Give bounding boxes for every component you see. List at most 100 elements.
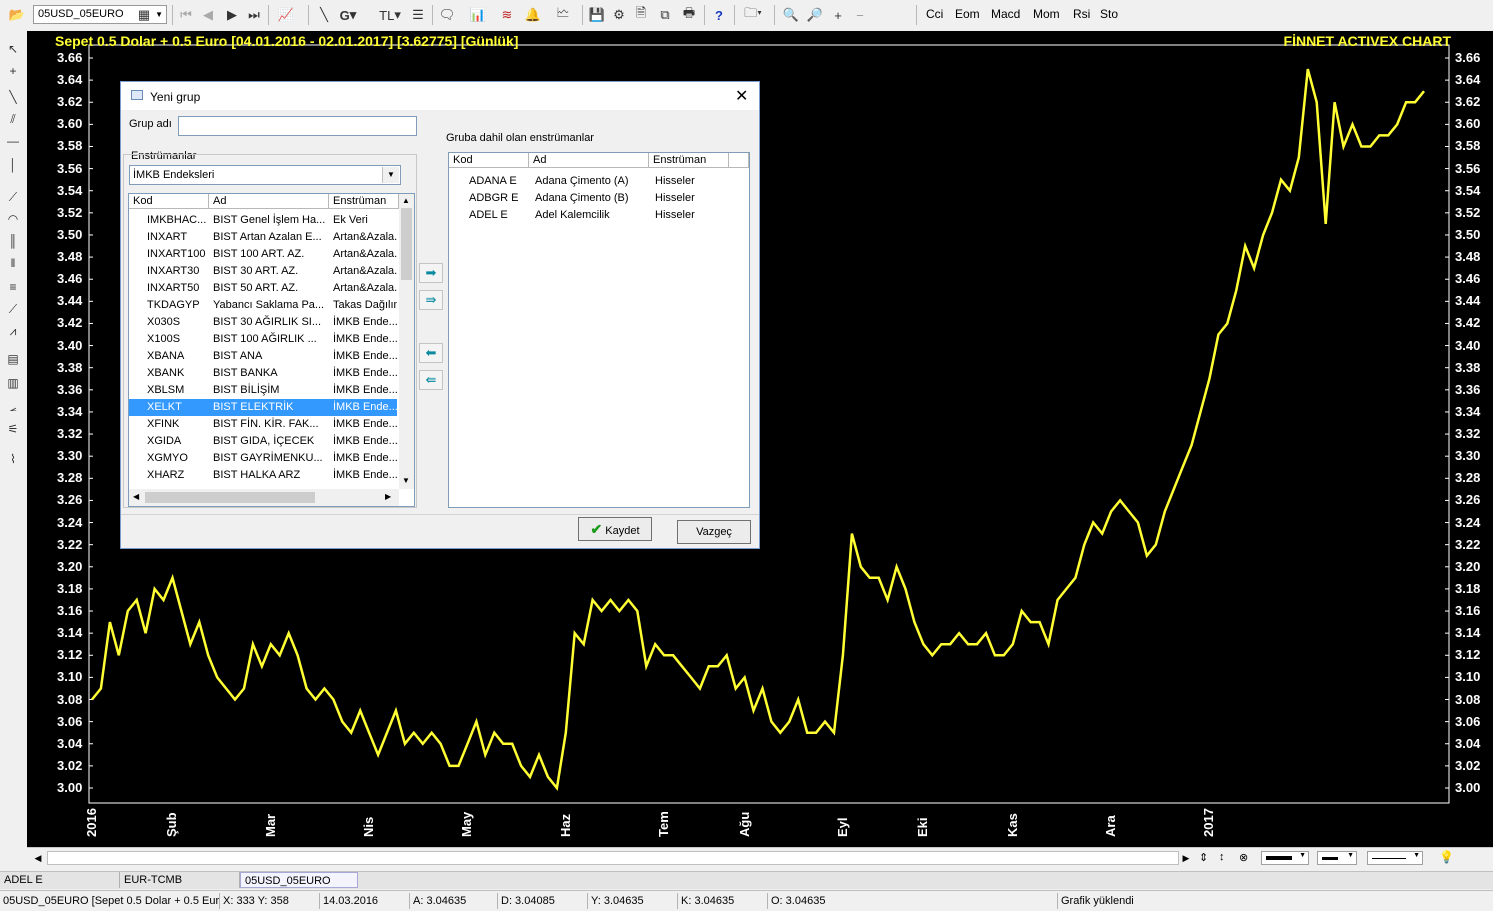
scroll-thumb[interactable] — [401, 208, 412, 280]
fan-icon[interactable]: ⟋ — [4, 189, 22, 205]
workspace-icon[interactable]: 🗀▾ — [740, 5, 766, 25]
category-select[interactable]: İMKB Endeksleri ▼ — [129, 165, 401, 185]
print-icon[interactable]: 🖶 — [680, 5, 698, 25]
andrews-icon[interactable]: ⚟ — [4, 421, 22, 437]
g-menu-button[interactable]: G ▾ — [336, 5, 360, 25]
indicator-cci-button[interactable]: Cci — [926, 7, 943, 21]
chart-scrollbar[interactable] — [47, 851, 1179, 865]
instruments-list[interactable]: Kod Ad Enstrüman IMKBHAC... BIST Genel İş… — [128, 193, 415, 507]
remove-one-button[interactable]: ⬅ — [419, 343, 443, 363]
remove-all-button[interactable]: ⇚ — [419, 370, 443, 390]
hscroll-thumb[interactable] — [145, 492, 315, 503]
scroll-right-icon[interactable]: ▶ — [1179, 851, 1193, 865]
speed-lines-icon[interactable]: ⦟ — [4, 399, 22, 415]
list-item[interactable]: ADBGR E Adana Çimento (B) Hisseler — [449, 190, 747, 207]
line-type-select[interactable]: ▼ — [1367, 851, 1423, 865]
zoom-in-icon[interactable]: 🔍 — [782, 5, 800, 25]
label-tool-icon[interactable]: ▥ — [4, 375, 22, 391]
regression-icon[interactable]: ⩘ — [4, 323, 22, 339]
col-ad[interactable]: Ad — [209, 194, 329, 209]
list-icon[interactable]: ☰ — [410, 5, 426, 25]
vertical-line-icon[interactable]: │ — [4, 157, 22, 173]
line-width-select[interactable]: ▼ — [1261, 851, 1309, 865]
channel-icon[interactable]: ⫽ — [4, 111, 22, 127]
last-icon[interactable]: ⏭ — [246, 5, 262, 25]
open-folder-icon[interactable]: 📂 — [6, 5, 28, 25]
list-item[interactable]: XHARZ BIST HALKA ARZ İMKB Ende... — [129, 467, 397, 484]
list-item[interactable]: X030S BIST 30 AĞIRLIK SI... İMKB Ende... — [129, 314, 397, 331]
tab-adel[interactable]: ADEL E — [0, 872, 120, 888]
tab-eur-tcmb[interactable]: EUR-TCMB — [120, 872, 240, 888]
line-tool-icon[interactable]: ╲ — [316, 5, 332, 25]
indicator-mom-button[interactable]: Mom — [1033, 7, 1060, 21]
crossline-icon[interactable]: ⊗ — [1239, 851, 1248, 864]
cycle-lines-icon[interactable]: ║ — [4, 233, 22, 249]
add-one-button[interactable]: ➡ — [419, 263, 443, 283]
draw-chart-icon[interactable]: 📈 — [276, 5, 296, 25]
currency-menu-button[interactable]: TL ▾ — [378, 5, 402, 25]
list-item[interactable]: IMKBHAC... BIST Genel İşlem Ha... Ek Veri — [129, 212, 397, 229]
scroll-down-icon[interactable]: ▼ — [402, 476, 410, 485]
copy-icon[interactable]: ⧉ — [656, 5, 674, 25]
group-name-input[interactable] — [178, 116, 417, 136]
alarm-icon[interactable]: 🔔 — [522, 5, 544, 25]
tab-05usd-05euro[interactable]: 05USD_05EURO — [240, 872, 358, 888]
plus-icon[interactable]: + — [830, 5, 846, 25]
list-item[interactable]: XBANA BIST ANA İMKB Ende... — [129, 348, 397, 365]
vertical-scale-icon[interactable]: ↕ — [1219, 851, 1225, 863]
col-ad-right[interactable]: Ad — [529, 153, 649, 168]
list-item[interactable]: INXART BIST Artan Azalan E... Artan&Azala.… — [129, 229, 397, 246]
col-enstruman[interactable]: Enstrüman — [329, 194, 399, 209]
cancel-button[interactable]: Vazgeç — [677, 520, 751, 544]
indicator-macd-button[interactable]: Macd — [991, 7, 1020, 21]
list-item[interactable]: TKDAGYP Yabancı Saklama Pa... Takas Dağılı… — [129, 297, 397, 314]
list-item[interactable]: XELKT BIST ELEKTRİK İMKB Ende... — [129, 399, 397, 416]
col-kod-right[interactable]: Kod — [449, 153, 529, 168]
first-icon[interactable]: ⏮ — [178, 5, 194, 25]
col-kod[interactable]: Kod — [129, 194, 209, 209]
chart-window-icon[interactable]: 🗠 — [552, 5, 574, 25]
col-enstruman-right[interactable]: Enstrüman — [649, 153, 729, 168]
minus-icon[interactable]: − — [852, 5, 868, 25]
lightbulb-icon[interactable]: 💡 — [1439, 850, 1454, 864]
bar-chart-icon[interactable]: 📊 — [466, 5, 490, 25]
trend-line-icon[interactable]: ╲ — [4, 89, 22, 105]
indicator-icon[interactable]: ≋ — [498, 5, 516, 25]
indicator-eom-button[interactable]: Eom — [955, 7, 980, 21]
time-zones-icon[interactable]: ‖ — [4, 255, 22, 271]
list-item[interactable]: INXART50 BIST 50 ART. AZ. Artan&Azala... — [129, 280, 397, 297]
crosshair-icon[interactable]: + — [4, 63, 22, 79]
scroll-up-icon[interactable]: ▲ — [402, 196, 410, 205]
comment-icon[interactable]: 🗨 — [438, 5, 456, 25]
indicator-rsi-button[interactable]: Rsi — [1073, 7, 1090, 21]
help-icon[interactable]: ? — [710, 5, 728, 25]
scroll-left-icon[interactable]: ◀ — [133, 492, 139, 501]
list-item[interactable]: XFINK BIST FİN. KİR. FAK... İMKB Ende... — [129, 416, 397, 433]
chevron-down-icon[interactable]: ▼ — [382, 167, 399, 183]
play-icon[interactable]: ▶ — [224, 5, 240, 25]
arc-icon[interactable]: ◠ — [4, 211, 22, 227]
gann-icon[interactable]: ⟋ — [4, 301, 22, 317]
list-item[interactable]: INXART100 BIST 100 ART. AZ. Artan&Azala... — [129, 246, 397, 263]
scroll-right-icon[interactable]: ▶ — [385, 492, 391, 501]
add-all-button[interactable]: ⇛ — [419, 290, 443, 310]
properties-icon[interactable]: 🗎 — [632, 5, 650, 25]
scroll-left-icon[interactable]: ◀ — [31, 851, 45, 865]
close-icon[interactable]: ✕ — [735, 86, 748, 106]
indicator-sto-button[interactable]: Sto — [1100, 7, 1118, 21]
list-item[interactable]: XGMYO BIST GAYRİMENKU... İMKB Ende... — [129, 450, 397, 467]
horizontal-line-icon[interactable]: — — [4, 133, 22, 149]
line-style-select[interactable]: ▼ — [1317, 851, 1357, 865]
list-item[interactable]: INXART30 BIST 30 ART. AZ. Artan&Azala... — [129, 263, 397, 280]
list-item[interactable]: ADEL E Adel Kalemcilik Hisseler — [449, 207, 747, 224]
list-item[interactable]: XGIDA BIST GIDA, İÇECEK İMKB Ende... — [129, 433, 397, 450]
save-button[interactable]: ✔ Kaydet — [578, 517, 652, 541]
horizontal-scrollbar[interactable]: ◀ ▶ — [129, 489, 399, 506]
vertical-scrollbar[interactable]: ▲ ▼ — [399, 194, 414, 489]
list-item[interactable]: XBANK BIST BANKA İMKB Ende... — [129, 365, 397, 382]
save-icon[interactable]: 💾 — [588, 5, 606, 25]
list-item[interactable]: XBLSM BIST BİLİŞİM İMKB Ende... — [129, 382, 397, 399]
prev-icon[interactable]: ◀ — [200, 5, 216, 25]
text-tool-icon[interactable]: ▤ — [4, 351, 22, 367]
settings-icon[interactable]: ⚙ — [610, 5, 628, 25]
